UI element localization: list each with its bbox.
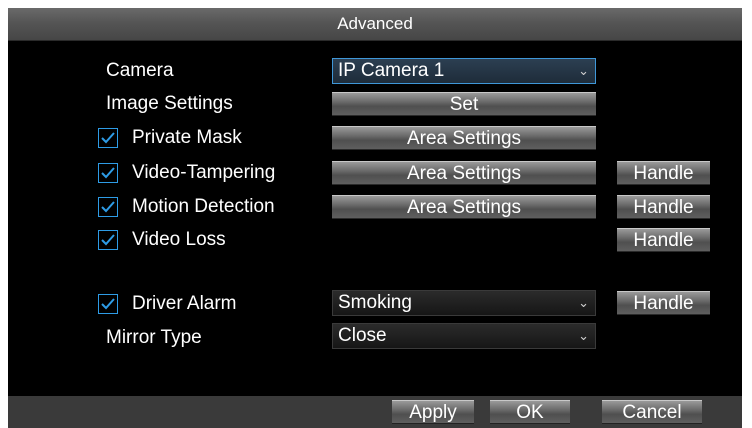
checkmark-icon <box>101 234 115 246</box>
video-tampering-label: Video-Tampering <box>132 162 276 183</box>
chevron-down-icon: ⌄ <box>578 295 589 310</box>
private-mask-label: Private Mask <box>132 127 242 148</box>
chevron-down-icon: ⌄ <box>578 328 589 343</box>
window-title: Advanced <box>8 8 742 41</box>
video-tampering-checkbox[interactable] <box>98 163 118 183</box>
private-mask-checkbox[interactable] <box>98 128 118 148</box>
motion-detection-handle-button[interactable]: Handle <box>617 195 710 219</box>
ok-button[interactable]: OK <box>490 400 570 424</box>
checkmark-icon <box>101 132 115 144</box>
video-tampering-area-settings-button[interactable]: Area Settings <box>332 161 596 185</box>
mirror-type-label: Mirror Type <box>106 327 202 348</box>
private-mask-area-settings-button[interactable]: Area Settings <box>332 126 596 150</box>
driver-alarm-select[interactable]: Smoking ⌄ <box>332 290 596 316</box>
checkmark-icon <box>101 201 115 213</box>
video-loss-checkbox[interactable] <box>98 230 118 250</box>
advanced-dialog: Advanced Camera IP Camera 1 ⌄ Image Sett… <box>8 8 742 428</box>
mirror-type-select-value: Close <box>338 325 387 346</box>
driver-alarm-checkbox[interactable] <box>98 294 118 314</box>
camera-label: Camera <box>106 60 174 81</box>
cancel-button[interactable]: Cancel <box>602 400 702 424</box>
driver-alarm-select-value: Smoking <box>338 292 412 313</box>
image-settings-set-button[interactable]: Set <box>332 92 596 116</box>
driver-alarm-handle-button[interactable]: Handle <box>617 291 710 315</box>
video-loss-label: Video Loss <box>132 229 226 250</box>
footer-bar: Apply OK Cancel <box>8 396 742 428</box>
motion-detection-checkbox[interactable] <box>98 197 118 217</box>
checkmark-icon <box>101 298 115 310</box>
video-tampering-handle-button[interactable]: Handle <box>617 161 710 185</box>
camera-select[interactable]: IP Camera 1 ⌄ <box>332 58 596 84</box>
motion-detection-label: Motion Detection <box>132 196 275 217</box>
checkmark-icon <box>101 167 115 179</box>
motion-detection-area-settings-button[interactable]: Area Settings <box>332 195 596 219</box>
image-settings-label: Image Settings <box>106 93 233 114</box>
driver-alarm-label: Driver Alarm <box>132 293 237 314</box>
camera-select-value: IP Camera 1 <box>338 60 445 81</box>
mirror-type-select[interactable]: Close ⌄ <box>332 323 596 349</box>
apply-button[interactable]: Apply <box>392 400 474 424</box>
video-loss-handle-button[interactable]: Handle <box>617 228 710 252</box>
chevron-down-icon: ⌄ <box>578 63 589 78</box>
